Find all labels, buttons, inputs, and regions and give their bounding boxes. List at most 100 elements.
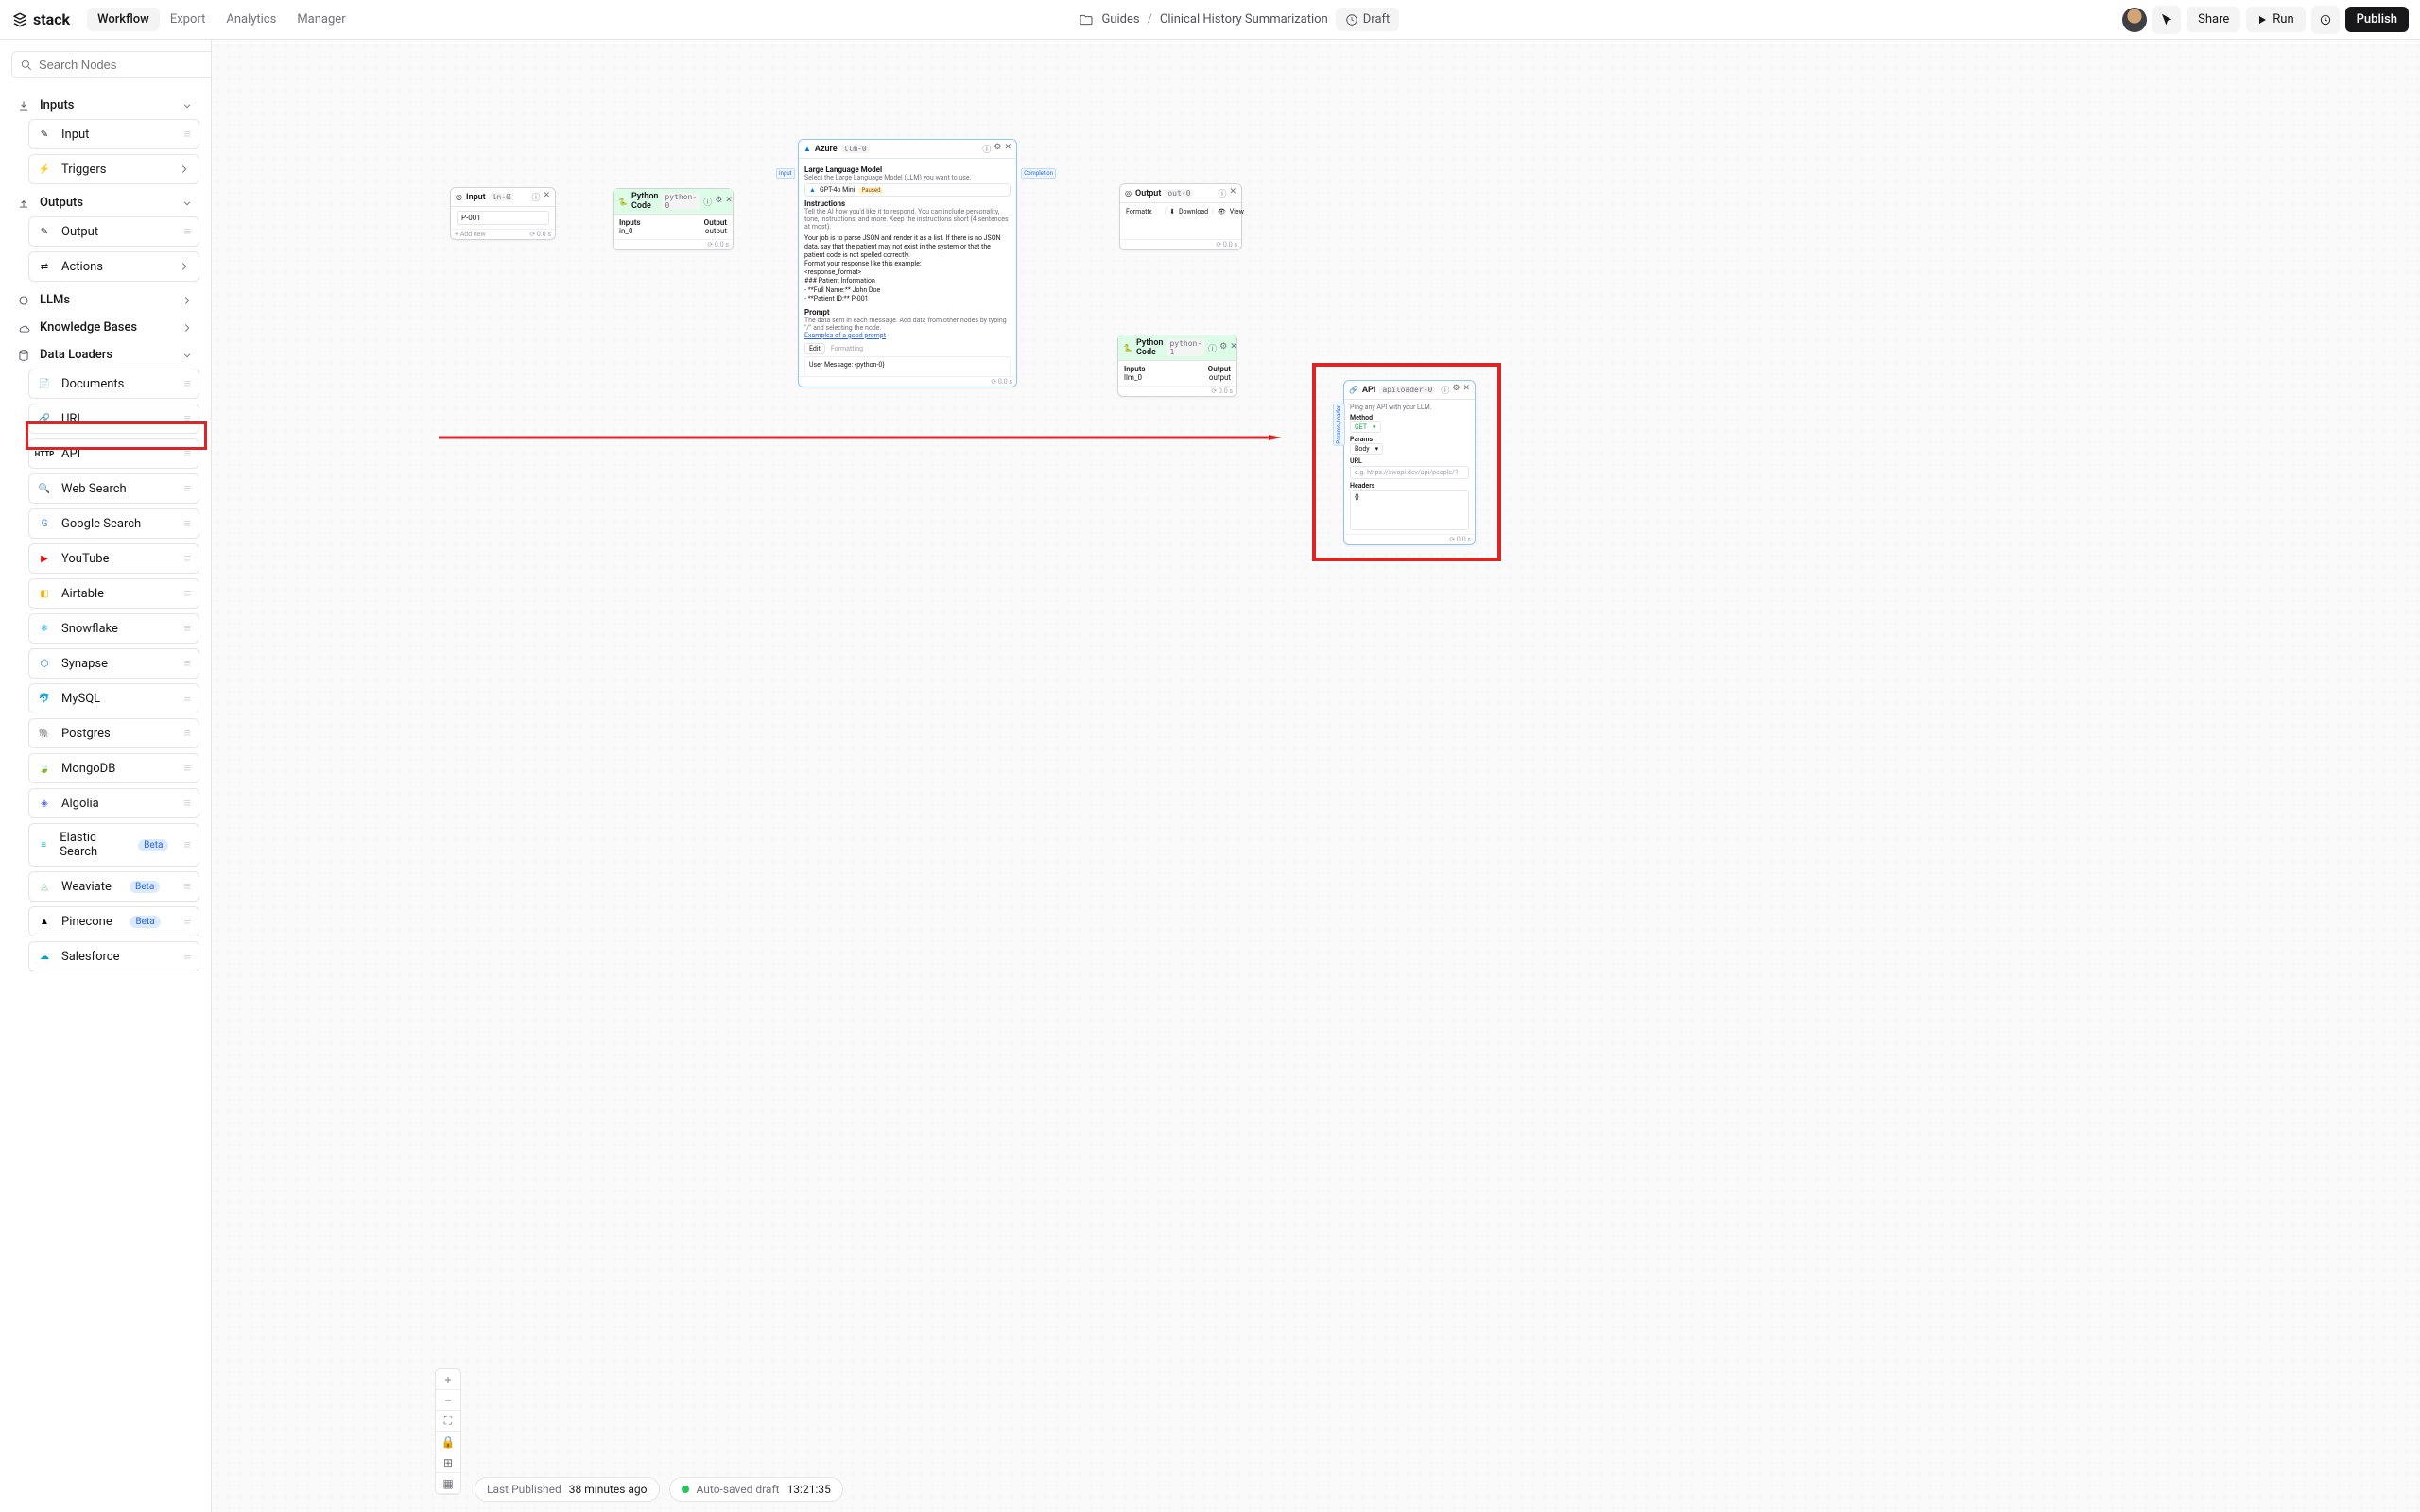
run-button[interactable]: Run — [2246, 7, 2305, 32]
sidebar-item-output[interactable]: ✎Output≡ — [28, 216, 199, 247]
sidebar-item-snowflake[interactable]: ❄Snowflake≡ — [28, 613, 199, 644]
port-label: Input — [776, 168, 795, 179]
llm-select[interactable]: ▲GPT-4o MiniPaused — [804, 183, 1011, 197]
breadcrumb-folder[interactable]: Guides — [1101, 12, 1139, 26]
sidebar-item-actions[interactable]: ⇄Actions — [28, 251, 199, 282]
node-python-0[interactable]: 🐍Python Codepython-0ⓘ⚙✕ InputsOutput in_… — [613, 188, 734, 250]
clock-button[interactable] — [2311, 6, 2340, 34]
info-icon[interactable]: ⓘ — [531, 191, 540, 203]
node-timing: 0.0 s — [715, 241, 729, 249]
tab-analytics[interactable]: Analytics — [216, 8, 286, 31]
sidebar-item-documents[interactable]: 📄Documents≡ — [28, 369, 199, 399]
info-icon[interactable]: ⓘ — [1218, 187, 1226, 199]
sidebar-item-weaviate[interactable]: ◬WeaviateBeta≡ — [28, 871, 199, 902]
node-timing: 0.0 s — [1457, 536, 1471, 543]
drag-icon: ≡ — [183, 726, 191, 741]
gear-icon[interactable]: ⚙ — [1219, 342, 1227, 354]
sidebar-item-web-search[interactable]: 🔍Web Search≡ — [28, 473, 199, 504]
sidebar-item-youtube[interactable]: ▶YouTube≡ — [28, 543, 199, 574]
zoom-out-button[interactable]: − — [436, 1390, 460, 1411]
sidebar-item-google-search[interactable]: GGoogle Search≡ — [28, 508, 199, 539]
canvas[interactable]: ◎Inputin-0ⓘ✕ P-001 + Add new⟳ 0.0 s 🐍Pyt… — [212, 40, 2420, 1512]
sidebar-item-algolia[interactable]: ◈Algolia≡ — [28, 788, 199, 818]
search-input[interactable]: CtrlK — [11, 51, 212, 78]
item-label: Google Search — [61, 517, 141, 531]
sidebar-item-salesforce[interactable]: ☁Salesforce≡ — [28, 941, 199, 971]
gear-icon[interactable]: ⚙ — [994, 143, 1001, 155]
drag-icon: ≡ — [183, 481, 191, 496]
close-icon[interactable]: ✕ — [1230, 342, 1237, 354]
publish-button[interactable]: Publish — [2345, 7, 2409, 32]
chevron-right-icon — [181, 294, 194, 307]
lock-button[interactable]: 🔒 — [436, 1432, 460, 1452]
gear-icon[interactable]: ⚙ — [715, 196, 722, 208]
instructions-body[interactable]: Your job is to parse JSON and render it … — [804, 232, 1011, 305]
edit-button[interactable]: Edit — [804, 343, 825, 354]
zoom-in-button[interactable]: + — [436, 1369, 460, 1390]
view-btn[interactable]: View — [1230, 208, 1244, 215]
sidebar-item-postgres[interactable]: 🐘Postgres≡ — [28, 718, 199, 748]
prompt-body[interactable]: User Message: {python-0} — [804, 356, 1011, 376]
info-icon[interactable]: ⓘ — [1441, 384, 1449, 396]
sidebar-item-url[interactable]: 🔗URL≡ — [28, 404, 199, 434]
node-output[interactable]: ◎Outputout-0ⓘ✕ Formatted | ⬇Download | 👁… — [1119, 183, 1242, 250]
sidebar-item-airtable[interactable]: ◧Airtable≡ — [28, 578, 199, 609]
fit-button[interactable]: ⛶ — [436, 1411, 460, 1432]
section-llms[interactable]: LLMs — [11, 286, 199, 314]
close-icon[interactable]: ✕ — [1229, 187, 1236, 199]
map-button[interactable]: ▦ — [436, 1473, 460, 1494]
loader-icon: ◈ — [37, 796, 52, 811]
gear-icon[interactable]: ⚙ — [1452, 384, 1460, 396]
drag-icon: ≡ — [183, 446, 191, 461]
node-input[interactable]: ◎Inputin-0ⓘ✕ P-001 + Add new⟳ 0.0 s — [450, 187, 556, 240]
tab-workflow[interactable]: Workflow — [87, 8, 160, 31]
sidebar-item-elastic-search[interactable]: ≡Elastic SearchBeta≡ — [28, 823, 199, 867]
url-input[interactable]: e.g. https://swapi.dev/api/people/1 — [1350, 466, 1469, 479]
sidebar-item-api[interactable]: HTTPAPI≡ — [28, 438, 199, 469]
headers-input[interactable]: {} — [1350, 490, 1469, 530]
tab-export[interactable]: Export — [160, 8, 216, 31]
sidebar-item-mongodb[interactable]: 🍃MongoDB≡ — [28, 753, 199, 783]
info-icon[interactable]: ⓘ — [1208, 342, 1217, 354]
breadcrumb-title[interactable]: Clinical History Summarization — [1160, 12, 1328, 26]
close-icon[interactable]: ✕ — [1462, 384, 1470, 396]
section-outputs[interactable]: Outputs — [11, 189, 199, 216]
drag-icon: ≡ — [183, 551, 191, 566]
share-button[interactable]: Share — [2187, 7, 2240, 32]
close-icon[interactable]: ✕ — [543, 191, 550, 203]
node-python-1[interactable]: 🐍Python Codepython-1ⓘ⚙✕ InputsOutput llm… — [1117, 335, 1237, 397]
canvas-controls: + − ⛶ 🔒 ⊞ ▦ — [435, 1368, 461, 1495]
params-select[interactable]: Body▾ — [1350, 443, 1383, 455]
prompt-link[interactable]: Examples of a good prompt — [804, 332, 1011, 339]
input-value[interactable]: P-001 — [457, 211, 549, 225]
sidebar-item-pinecone[interactable]: ▲PineconeBeta≡ — [28, 906, 199, 936]
close-icon[interactable]: ✕ — [725, 196, 733, 208]
section-dataloaders[interactable]: Data Loaders — [11, 341, 199, 369]
avatar[interactable] — [2122, 8, 2147, 32]
sidebar-item-synapse[interactable]: ⬡Synapse≡ — [28, 648, 199, 679]
draft-badge[interactable]: Draft — [1336, 8, 1400, 31]
cursor-button[interactable] — [2152, 6, 2181, 34]
sidebar-item-mysql[interactable]: 🐬MySQL≡ — [28, 683, 199, 713]
download-btn[interactable]: Download — [1179, 208, 1208, 215]
grid-button[interactable]: ⊞ — [436, 1452, 460, 1473]
search-field[interactable] — [39, 58, 205, 72]
method-select[interactable]: GET▾ — [1350, 421, 1381, 433]
tab-manager[interactable]: Manager — [286, 8, 355, 31]
close-icon[interactable]: ✕ — [1004, 143, 1011, 155]
sidebar-item-input[interactable]: ✎Input≡ — [28, 119, 199, 149]
info-icon[interactable]: ⓘ — [703, 196, 712, 208]
node-api[interactable]: 🔗APIapiloader-0ⓘ⚙✕ Ping any API with you… — [1343, 380, 1476, 545]
upload-icon — [17, 197, 30, 210]
logo[interactable]: stack — [11, 10, 70, 28]
node-azure[interactable]: ▲Azurellm-0ⓘ⚙✕ Large Language Model Sele… — [798, 139, 1017, 387]
section-inputs[interactable]: Inputs — [11, 92, 199, 119]
node-title: Input — [466, 193, 486, 202]
info-icon[interactable]: ⓘ — [982, 143, 991, 155]
add-new-btn[interactable]: + Add new — [455, 231, 486, 238]
sidebar-item-triggers[interactable]: ⚡Triggers — [28, 154, 199, 184]
instructions-sub: Tell the AI how you'd like it to respond… — [804, 208, 1011, 231]
formatting-button[interactable]: Formatting — [827, 344, 867, 353]
loader-icon: G — [37, 516, 52, 531]
section-kb[interactable]: Knowledge Bases — [11, 314, 199, 341]
